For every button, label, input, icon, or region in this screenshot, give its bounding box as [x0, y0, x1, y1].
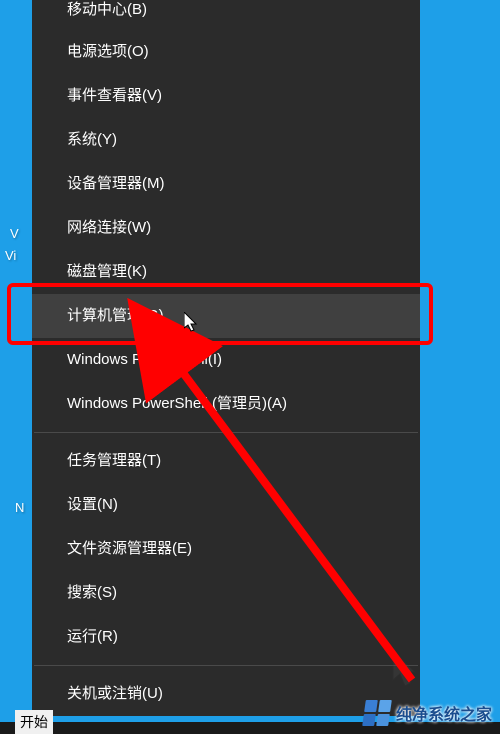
desktop-icon-label: Vi [5, 248, 16, 263]
watermark-text: 纯净系统之家 [396, 701, 492, 725]
menu-item-powershell[interactable]: Windows PowerShell(I) [32, 338, 420, 382]
mouse-shadow-icon [390, 648, 426, 690]
menu-item-run[interactable]: 运行(R) [32, 615, 420, 659]
desktop-icon-label: N [15, 500, 24, 515]
menu-divider [34, 432, 418, 433]
menu-item-search[interactable]: 搜索(S) [32, 571, 420, 615]
menu-item-file-explorer[interactable]: 文件资源管理器(E) [32, 527, 420, 571]
menu-item-network-connections[interactable]: 网络连接(W) [32, 206, 420, 250]
watermark: 纯净系统之家 [364, 700, 492, 726]
start-button-label[interactable]: 开始 [15, 710, 53, 734]
menu-item-event-viewer[interactable]: 事件查看器(V) [32, 74, 420, 118]
windows-logo-icon [362, 700, 392, 726]
menu-item-task-manager[interactable]: 任务管理器(T) [32, 439, 420, 483]
menu-item-system[interactable]: 系统(Y) [32, 118, 420, 162]
menu-item-power-options[interactable]: 电源选项(O) [32, 30, 420, 74]
menu-item-device-manager[interactable]: 设备管理器(M) [32, 162, 420, 206]
menu-item-disk-management[interactable]: 磁盘管理(K) [32, 250, 420, 294]
desktop-icon-label: V [10, 226, 19, 241]
menu-item-computer-management[interactable]: 计算机管理(G) [32, 294, 420, 338]
menu-item-shutdown-signout[interactable]: 关机或注销(U) [32, 672, 420, 716]
menu-item-settings[interactable]: 设置(N) [32, 483, 420, 527]
menu-item-powershell-admin[interactable]: Windows PowerShell (管理员)(A) [32, 382, 420, 426]
winx-context-menu: 移动中心(B) 电源选项(O) 事件查看器(V) 系统(Y) 设备管理器(M) … [32, 0, 420, 716]
menu-divider [34, 665, 418, 666]
menu-item-mobility-center[interactable]: 移动中心(B) [32, 0, 420, 30]
